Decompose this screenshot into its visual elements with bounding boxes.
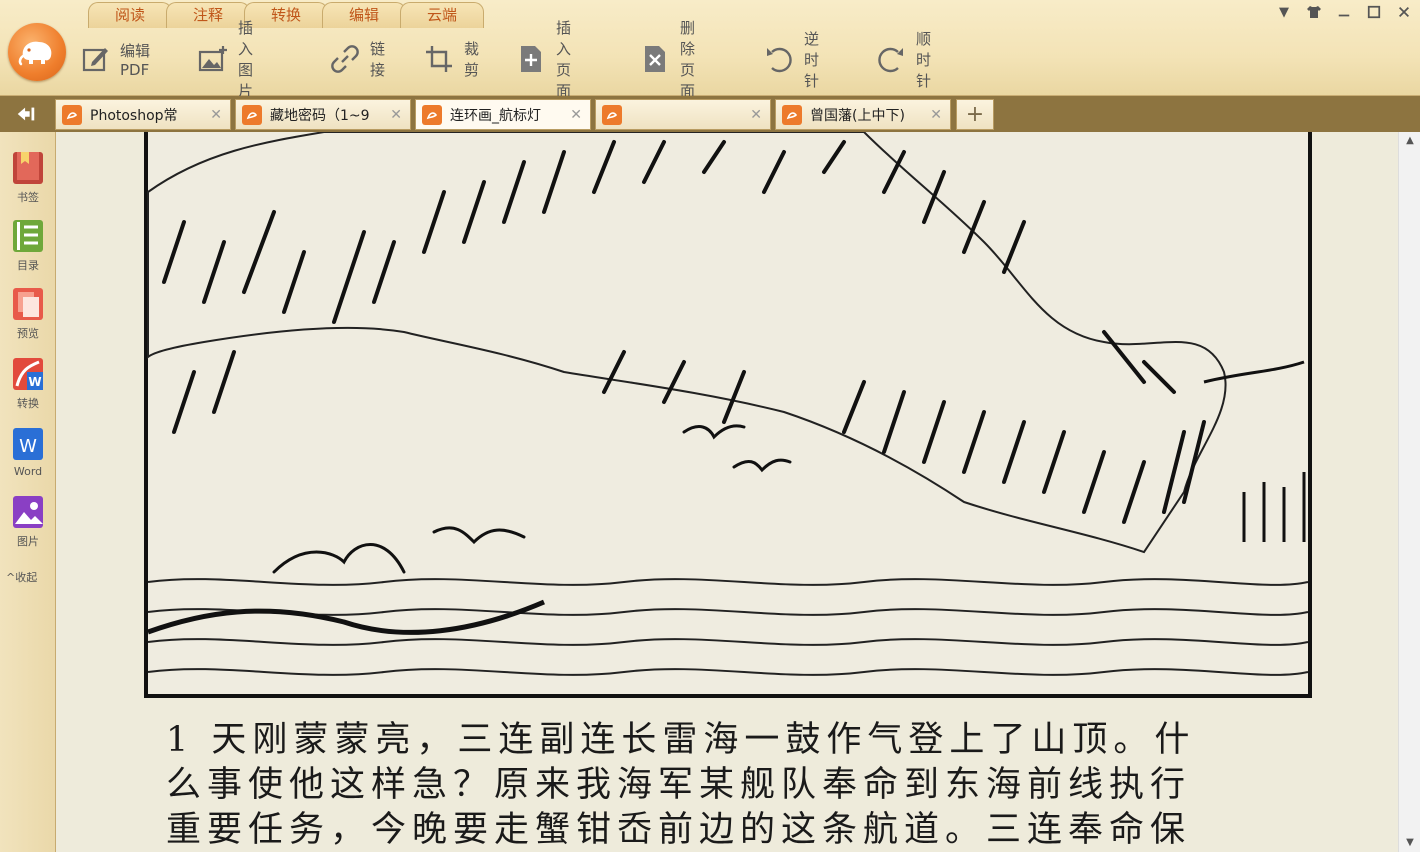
tab-edit[interactable]: 编辑	[322, 2, 406, 28]
caption-text: 1 天刚蒙蒙亮，三连副连长雷海一鼓作气登上了山顶。什 么事使他这样急？原来我海军…	[166, 718, 1296, 852]
sidebar-item-preview[interactable]: 预览	[0, 286, 56, 341]
doc-tab-active[interactable]: 连环画_航标灯 ✕	[415, 99, 591, 130]
doc-tab[interactable]: ✕	[595, 99, 771, 130]
crop-icon	[424, 43, 454, 75]
document-viewer[interactable]: 1 天刚蒙蒙亮，三连副连长雷海一鼓作气登上了山顶。什 么事使他这样急？原来我海军…	[56, 132, 1398, 852]
sidebar-item-label: 转换	[17, 397, 39, 410]
doc-tab-label: 曾国藩(上中下)	[810, 107, 905, 124]
insert-page-button[interactable]: 插入页面	[516, 19, 573, 100]
sidebar-item-bookmark[interactable]: 书签	[0, 150, 56, 205]
comic-illustration	[144, 132, 1312, 698]
rotate-clockwise-button[interactable]: 顺时针	[876, 30, 933, 90]
vertical-scrollbar[interactable]: ▲ ▼	[1398, 132, 1420, 852]
caption-line: 么事使他这样急？原来我海军某舰队奉命到东海前线执行	[166, 765, 1192, 805]
insert-page-label: 插入页面	[556, 19, 572, 100]
doc-tab[interactable]: 藏地密码（1~9 ✕	[235, 99, 411, 130]
rotate-cw-label: 顺时针	[916, 29, 932, 90]
edit-pdf-button[interactable]: 编辑PDF	[80, 38, 151, 80]
svg-text:W: W	[28, 375, 41, 389]
crop-label: 裁剪	[464, 40, 480, 79]
pdf-file-icon	[782, 104, 802, 125]
skin-shirt-icon[interactable]	[1306, 4, 1322, 20]
minimize-icon[interactable]	[1336, 4, 1352, 20]
left-sidebar: 书签 目录 预览 W 转换 W Word 图片 ^收起	[0, 132, 56, 852]
scroll-down-icon[interactable]: ▼	[1399, 834, 1420, 852]
rotate-cw-icon	[876, 43, 906, 75]
sidebar-item-label: 书签	[17, 191, 39, 204]
rotate-ccw-icon	[764, 43, 794, 75]
pdf-file-icon	[242, 104, 262, 125]
dropdown-menu-icon[interactable]: ▼	[1276, 4, 1292, 20]
insert-image-label: 插入图片	[238, 19, 254, 100]
delete-page-icon	[640, 43, 670, 75]
insert-image-button[interactable]: 插入图片	[198, 19, 255, 100]
convert-icon: W	[11, 356, 45, 392]
sidebar-item-word[interactable]: W Word	[0, 426, 56, 478]
sidebar-item-label: 预览	[17, 327, 39, 340]
link-label: 链接	[370, 40, 386, 79]
close-tab-icon[interactable]: ✕	[390, 107, 402, 123]
sidebar-collapse-button[interactable]: ^收起	[6, 569, 37, 585]
toc-icon	[11, 218, 45, 254]
rotate-ccw-label: 逆时针	[804, 29, 820, 90]
sidebar-item-label: 图片	[17, 535, 39, 548]
elephant-logo-icon	[18, 41, 52, 66]
doc-tab-label: Photoshop常	[90, 107, 178, 124]
document-tab-bar: Photoshop常 ✕ 藏地密码（1~9 ✕ 连环画_航标灯 ✕ ✕ 曾国藩(…	[0, 96, 1420, 132]
doc-tab-label: 连环画_航标灯	[450, 107, 541, 124]
new-tab-button[interactable]: +	[956, 99, 994, 130]
link-icon	[330, 43, 360, 75]
tab-read[interactable]: 阅读	[88, 2, 172, 28]
back-button[interactable]	[4, 99, 48, 129]
maximize-icon[interactable]	[1366, 4, 1382, 20]
crop-button[interactable]: 裁剪	[424, 38, 481, 80]
word-icon: W	[11, 426, 45, 462]
app-logo[interactable]	[8, 23, 66, 81]
caption-line: 重要任务，今晚要走蟹钳岙前边的这条航道。三连奉命保	[166, 810, 1192, 850]
caption-line: 1 天刚蒙蒙亮，三连副连长雷海一鼓作气登上了山顶。什	[166, 720, 1196, 760]
close-tab-icon[interactable]: ✕	[750, 107, 762, 123]
close-window-icon[interactable]	[1396, 4, 1412, 20]
sidebar-item-label: 目录	[17, 259, 39, 272]
bookmark-icon	[11, 150, 45, 186]
close-tab-icon[interactable]: ✕	[930, 107, 942, 123]
scroll-up-icon[interactable]: ▲	[1399, 132, 1420, 150]
close-tab-icon[interactable]: ✕	[210, 107, 222, 123]
pdf-file-icon	[602, 104, 622, 125]
edit-pdf-label: 编辑PDF	[120, 41, 151, 79]
doc-tab-label: 藏地密码（1~9	[270, 107, 370, 124]
tab-cloud[interactable]: 云端	[400, 2, 484, 28]
rotate-counterclockwise-button[interactable]: 逆时针	[764, 30, 821, 90]
close-tab-icon[interactable]: ✕	[570, 107, 582, 123]
pdf-file-icon	[422, 104, 442, 125]
svg-text:W: W	[19, 436, 37, 457]
sidebar-item-convert[interactable]: W 转换	[0, 356, 56, 411]
edit-pdf-icon	[80, 43, 110, 75]
sidebar-item-picture[interactable]: 图片	[0, 494, 56, 549]
preview-icon	[11, 286, 45, 322]
delete-page-button[interactable]: 删除页面	[640, 19, 697, 100]
sidebar-item-label: Word	[13, 465, 43, 478]
window-controls: ▼	[1276, 4, 1412, 20]
picture-icon	[11, 494, 45, 530]
sidebar-item-toc[interactable]: 目录	[0, 218, 56, 273]
insert-page-icon	[516, 43, 546, 75]
top-ribbon: 阅读 注释 转换 编辑 云端 编辑PDF 插入图片 链接 裁剪 插入页面 删除页…	[0, 0, 1420, 100]
pdf-file-icon	[62, 104, 82, 125]
delete-page-label: 删除页面	[680, 19, 696, 100]
doc-tab[interactable]: Photoshop常 ✕	[55, 99, 231, 130]
back-arrow-icon	[17, 107, 35, 121]
insert-image-icon	[198, 43, 228, 75]
tab-convert[interactable]: 转换	[244, 2, 328, 28]
doc-tab[interactable]: 曾国藩(上中下) ✕	[775, 99, 951, 130]
link-button[interactable]: 链接	[330, 38, 387, 80]
